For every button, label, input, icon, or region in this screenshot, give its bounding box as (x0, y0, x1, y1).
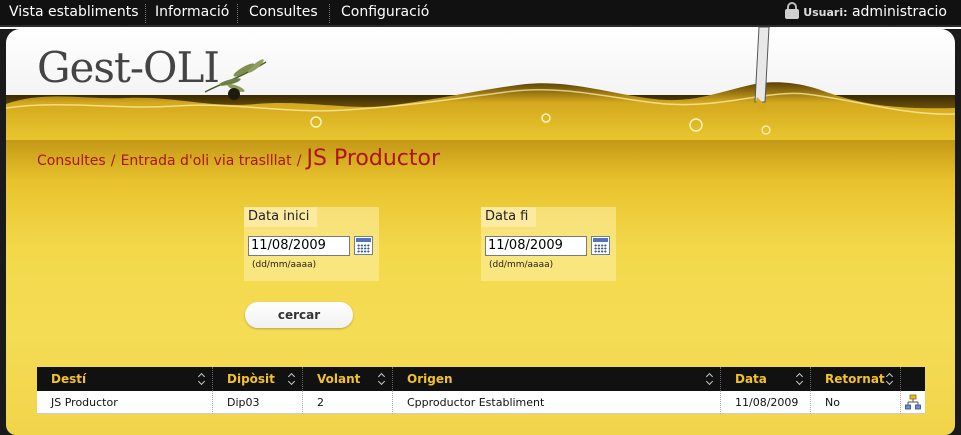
user-name[interactable]: administracio (852, 4, 947, 20)
top-nav-bar: Vista establiments Informació Consultes … (0, 0, 961, 27)
sort-icon[interactable] (796, 372, 804, 386)
user-info: Usuari: administracio (785, 0, 947, 27)
breadcrumb-consultes[interactable]: Consultes (37, 153, 106, 169)
nav-separator (145, 4, 146, 23)
start-date-format-hint: (dd/mm/aaaa) (252, 260, 317, 270)
end-date-calendar-icon[interactable] (591, 236, 610, 255)
cell-retornat: No (811, 391, 901, 414)
column-header-volant[interactable]: Volant (303, 367, 393, 391)
lock-icon (785, 2, 800, 19)
start-date-input[interactable]: 11/08/2009 (248, 236, 350, 256)
start-date-calendar-icon[interactable] (354, 236, 373, 255)
nav-item-configuracio[interactable]: Configuració (341, 0, 429, 27)
column-header-desti[interactable]: Destí (37, 367, 213, 391)
column-header-diposit[interactable]: Dipòsit (213, 367, 303, 391)
start-date-label: Data inici (244, 207, 318, 227)
table-header: Destí Dipòsit Volant Origen Data Retorna… (37, 367, 925, 391)
breadcrumb-separator: / (296, 153, 302, 169)
oil-stream-icon (754, 27, 770, 110)
column-header-origen[interactable]: Origen (393, 367, 721, 391)
nav-item-informacio[interactable]: Informació (155, 0, 229, 27)
breadcrumb-entrada-oli[interactable]: Entrada d'oli via traslllat (121, 153, 292, 169)
breadcrumb: Consultes / Entrada d'oli via traslllat … (37, 146, 440, 171)
cell-desti: JS Productor (37, 391, 213, 414)
end-date-label: Data fi (481, 207, 537, 227)
cell-volant: 2 (303, 391, 393, 414)
user-label: Usuari: (803, 6, 848, 19)
nav-separator (329, 4, 330, 23)
sort-icon[interactable] (378, 372, 386, 386)
nav-item-consultes[interactable]: Consultes (249, 0, 318, 27)
table-row[interactable]: JS Productor Dip03 2 Cpproductor Establi… (37, 391, 925, 414)
end-date-input[interactable]: 11/08/2009 (485, 236, 587, 256)
sort-icon[interactable] (706, 372, 714, 386)
page-title: JS Productor (306, 146, 441, 171)
end-date-format-hint: (dd/mm/aaaa) (489, 260, 554, 270)
nav-item-vista-establiments[interactable]: Vista establiments (9, 0, 139, 27)
gest-oli-logo: Gest-OLI (37, 43, 220, 92)
olive-branch-icon (204, 59, 267, 100)
column-header-data[interactable]: Data (721, 367, 811, 391)
end-date-group: Data fi 11/08/2009 (dd/mm/aaaa) (481, 207, 616, 281)
cell-data: 11/08/2009 (721, 391, 811, 414)
cell-origen: Cpproductor Establiment (393, 391, 721, 414)
search-button[interactable]: cercar (245, 302, 353, 328)
breadcrumb-separator: / (110, 153, 116, 169)
traceability-tree-icon[interactable] (905, 394, 921, 410)
sort-icon[interactable] (198, 372, 206, 386)
cell-diposit: Dip03 (213, 391, 303, 414)
column-header-retornat[interactable]: Retornat (811, 367, 901, 391)
sort-icon[interactable] (288, 372, 296, 386)
nav-separator (237, 4, 238, 23)
start-date-group: Data inici 11/08/2009 (dd/mm/aaaa) (244, 207, 379, 281)
sort-icon[interactable] (886, 372, 894, 386)
